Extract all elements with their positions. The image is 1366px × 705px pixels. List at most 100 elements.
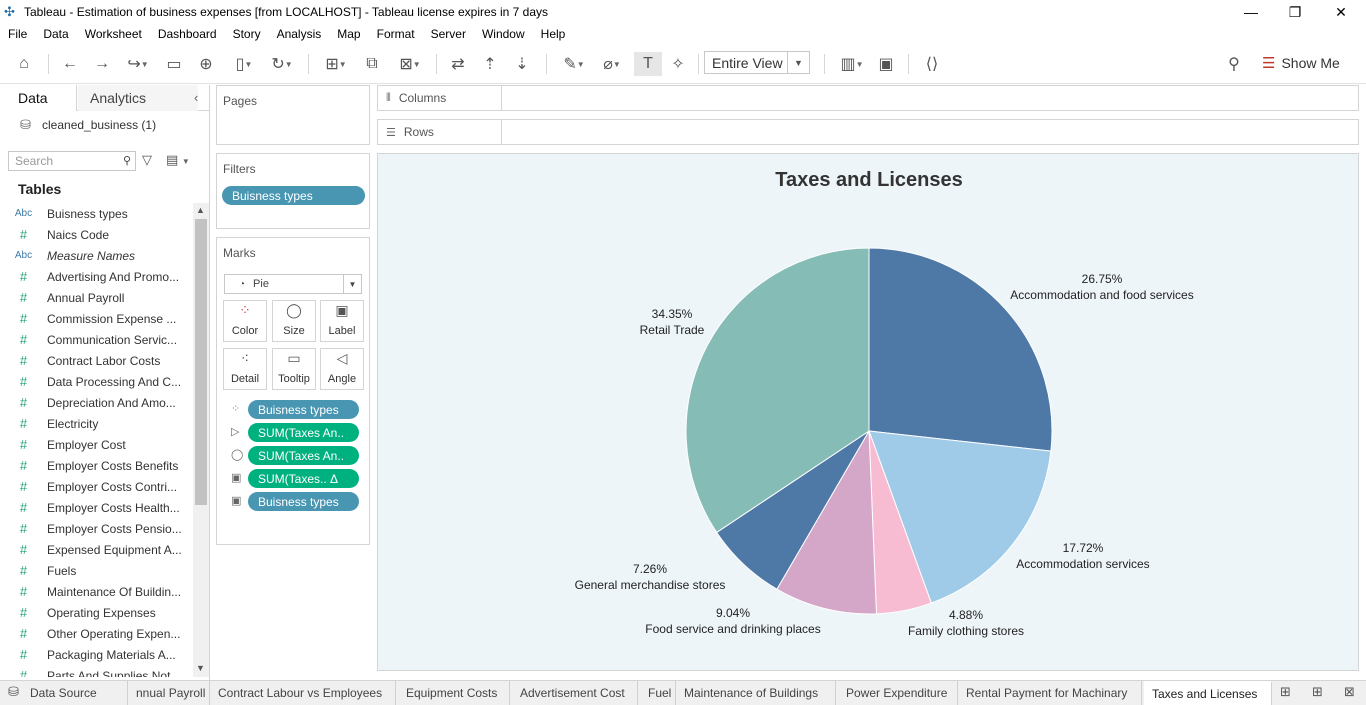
- sheet-tab[interactable]: Advertisement Cost: [512, 681, 638, 705]
- duplicate-sheet-icon[interactable]: ⧉: [360, 52, 384, 76]
- menu-story[interactable]: Story: [233, 27, 261, 41]
- detail-button[interactable]: ⁖ Detail: [223, 348, 267, 390]
- angle-button[interactable]: ◁ Angle: [320, 348, 364, 390]
- color-button[interactable]: ⁘ Color: [223, 300, 267, 342]
- sheet-tab[interactable]: Rental Payment for Machinary: [958, 681, 1142, 705]
- sheet-tab[interactable]: Power Expenditure: [838, 681, 958, 705]
- tab-analytics[interactable]: Analytics: [78, 85, 198, 111]
- size-button[interactable]: ◯ Size: [272, 300, 316, 342]
- field-item[interactable]: # Communication Servic...: [0, 329, 193, 350]
- tooltip-button[interactable]: ▭ Tooltip: [272, 348, 316, 390]
- tab-data[interactable]: Data: [0, 85, 77, 111]
- pages-shelf[interactable]: Pages: [216, 85, 370, 145]
- scroll-thumb[interactable]: [195, 219, 207, 505]
- field-item[interactable]: # Fuels: [0, 560, 193, 581]
- replay-icon[interactable]: ↪ ▼: [120, 52, 156, 76]
- field-item[interactable]: # Employer Costs Pensio...: [0, 518, 193, 539]
- sheet-tab[interactable]: Maintenance of Buildings: [676, 681, 836, 705]
- show-mark-labels-icon[interactable]: T: [634, 52, 662, 76]
- mark-pill-size[interactable]: SUM(Taxes An..: [248, 446, 359, 465]
- refresh-icon[interactable]: ↻ ▼: [264, 52, 300, 76]
- menu-analysis[interactable]: Analysis: [277, 27, 322, 41]
- menu-map[interactable]: Map: [337, 27, 360, 41]
- restore-button[interactable]: ❐: [1272, 0, 1318, 24]
- highlight-icon[interactable]: ✎ ▼: [556, 52, 592, 76]
- share-icon[interactable]: ⟨⟩: [920, 52, 944, 76]
- view-mode-select[interactable]: Entire View ▼: [704, 51, 810, 74]
- filter-pill[interactable]: Buisness types: [222, 186, 365, 205]
- rows-shelf[interactable]: ☰ Rows: [377, 119, 1359, 145]
- menu-help[interactable]: Help: [541, 27, 566, 41]
- mark-pill-color[interactable]: Buisness types: [248, 400, 359, 419]
- fix-axes-icon[interactable]: ✧: [666, 52, 690, 76]
- search-input[interactable]: Search ⚲: [8, 151, 136, 171]
- field-item[interactable]: # Maintenance Of Buildin...: [0, 581, 193, 602]
- menu-worksheet[interactable]: Worksheet: [85, 27, 142, 41]
- pause-updates-icon[interactable]: ▯ ▼: [226, 52, 262, 76]
- field-item[interactable]: # Contract Labor Costs: [0, 350, 193, 371]
- field-item[interactable]: # Employer Cost: [0, 434, 193, 455]
- field-item[interactable]: # Other Operating Expen...: [0, 623, 193, 644]
- mark-pill-angle[interactable]: SUM(Taxes An..: [248, 423, 359, 442]
- field-item[interactable]: Abc Measure Names: [0, 245, 193, 266]
- field-item[interactable]: # Depreciation And Amo...: [0, 392, 193, 413]
- new-dashboard-tab-icon[interactable]: ⊞: [1312, 684, 1323, 700]
- field-item[interactable]: # Employer Costs Benefits: [0, 455, 193, 476]
- pie-chart[interactable]: Taxes and Licenses 26.75% Accommodation an…: [378, 154, 1358, 670]
- scroll-down-icon[interactable]: ▼: [196, 663, 205, 673]
- columns-shelf[interactable]: ⦀ Columns: [377, 85, 1359, 111]
- field-item[interactable]: # Parts And Supplies Not...: [0, 665, 193, 677]
- show-me-button[interactable]: ☰ Show Me: [1262, 52, 1340, 74]
- field-item[interactable]: # Electricity: [0, 413, 193, 434]
- show-cards-icon[interactable]: ▥ ▼: [834, 52, 870, 76]
- group-members-icon[interactable]: ⌀ ▼: [594, 52, 630, 76]
- field-list-scrollbar[interactable]: ▲ ▼: [193, 203, 209, 677]
- label-button[interactable]: ▣ Label: [320, 300, 364, 342]
- new-datasource-icon[interactable]: ⊕: [194, 52, 218, 76]
- filter-icon[interactable]: ▽: [142, 152, 152, 168]
- menu-window[interactable]: Window: [482, 27, 525, 41]
- field-item[interactable]: Abc Buisness types: [0, 203, 193, 224]
- menu-file[interactable]: File: [8, 27, 27, 41]
- filters-shelf[interactable]: Filters Buisness types: [216, 153, 370, 229]
- sheet-tab[interactable]: Taxes and Licenses: [1144, 681, 1272, 705]
- field-item[interactable]: # Expensed Equipment A...: [0, 539, 193, 560]
- presentation-mode-icon[interactable]: ▣: [874, 52, 898, 76]
- scroll-up-icon[interactable]: ▲: [196, 205, 205, 215]
- view-options-icon[interactable]: ▤ ▼: [166, 152, 190, 168]
- pie-slice[interactable]: [868, 247, 1053, 452]
- menu-format[interactable]: Format: [377, 27, 415, 41]
- data-source[interactable]: ⛁ cleaned_business (1): [20, 117, 156, 133]
- sort-descending-icon[interactable]: ⇣: [510, 52, 534, 76]
- field-item[interactable]: # Naics Code: [0, 224, 193, 245]
- new-story-tab-icon[interactable]: ⊠: [1344, 684, 1355, 700]
- menu-server[interactable]: Server: [431, 27, 466, 41]
- field-item[interactable]: # Packaging Materials A...: [0, 644, 193, 665]
- minimize-button[interactable]: —: [1228, 0, 1274, 24]
- pin-icon[interactable]: ⚲: [1222, 52, 1246, 76]
- clear-sheet-icon[interactable]: ⊠ ▼: [392, 52, 428, 76]
- new-worksheet-tab-icon[interactable]: ⊞: [1280, 684, 1291, 700]
- viz-canvas[interactable]: Taxes and Licenses 26.75% Accommodation an…: [377, 153, 1359, 671]
- collapse-pane-icon[interactable]: ‹: [194, 90, 198, 105]
- field-item[interactable]: # Commission Expense ...: [0, 308, 193, 329]
- sheet-tab[interactable]: Fuel: [640, 681, 676, 705]
- tab-data-source[interactable]: Data Source: [22, 681, 128, 705]
- undo-icon[interactable]: ←: [58, 52, 82, 76]
- field-item[interactable]: # Employer Costs Contri...: [0, 476, 193, 497]
- close-button[interactable]: ✕: [1318, 0, 1364, 24]
- swap-rows-columns-icon[interactable]: ⇄: [446, 52, 470, 76]
- field-item[interactable]: # Operating Expenses: [0, 602, 193, 623]
- field-item[interactable]: # Advertising And Promo...: [0, 266, 193, 287]
- sheet-tab[interactable]: nnual Payroll: [128, 681, 210, 705]
- field-item[interactable]: # Employer Costs Health...: [0, 497, 193, 518]
- home-icon[interactable]: ⌂: [12, 52, 36, 76]
- sheet-tab[interactable]: Contract Labour vs Employees: [210, 681, 396, 705]
- redo-icon[interactable]: →: [90, 52, 114, 76]
- mark-pill-label-percent[interactable]: SUM(Taxes.. Δ: [248, 469, 359, 488]
- mark-pill-label-type[interactable]: Buisness types: [248, 492, 359, 511]
- menu-dashboard[interactable]: Dashboard: [158, 27, 217, 41]
- field-item[interactable]: # Annual Payroll: [0, 287, 193, 308]
- mark-type-select[interactable]: ◔ Pie ▼: [224, 274, 362, 294]
- sort-ascending-icon[interactable]: ⇡: [478, 52, 502, 76]
